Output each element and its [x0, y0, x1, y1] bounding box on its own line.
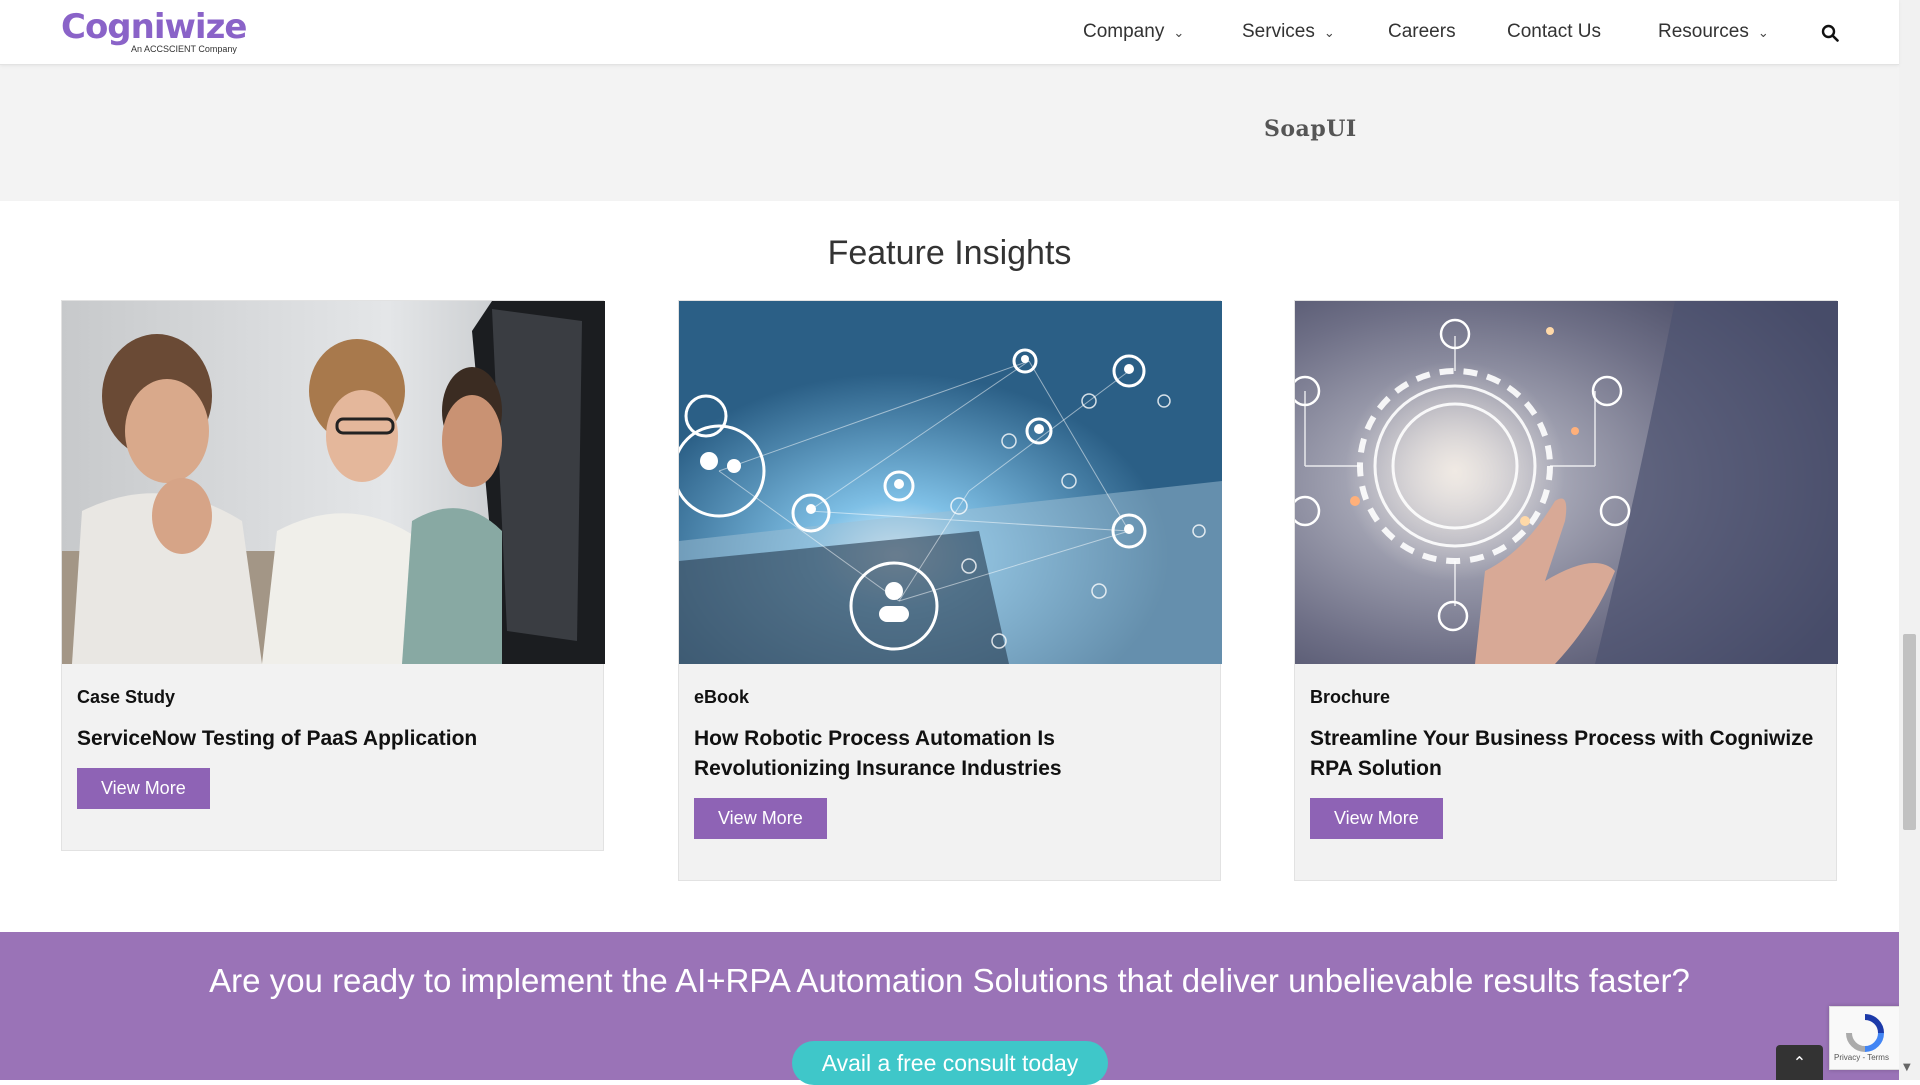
insight-card-brochure: Brochure Streamline Your Business Proces…	[1294, 300, 1838, 881]
chevron-up-icon: ⌃	[1792, 1053, 1807, 1072]
insight-card-case-study: Case Study ServiceNow Testing of PaaS Ap…	[61, 300, 605, 851]
nav-resources[interactable]: Resources ⌄	[1658, 21, 1769, 43]
recaptcha-badge[interactable]: Privacy - Terms	[1829, 1006, 1901, 1070]
recaptcha-icon	[1846, 1014, 1884, 1052]
scrollbar-thumb[interactable]	[1903, 634, 1916, 830]
card-title: How Robotic Process Automation Is Revolu…	[694, 727, 1062, 780]
card-type: Brochure	[1310, 687, 1391, 707]
card-type: eBook	[694, 687, 750, 707]
hand-holding-gear-image	[1295, 301, 1838, 664]
chevron-down-icon: ⌄	[1757, 25, 1769, 40]
logo-subtext: An ACCSCIENT Company	[131, 44, 237, 54]
view-more-button[interactable]: View More	[694, 798, 827, 839]
nav-services-label: Services	[1242, 21, 1315, 42]
recaptcha-terms[interactable]: Privacy - Terms	[1834, 1053, 1889, 1062]
nav-contact-label: Contact Us	[1507, 21, 1601, 42]
nav-contact-us[interactable]: Contact Us	[1507, 21, 1601, 43]
chevron-down-icon: ⌄	[1173, 25, 1185, 40]
view-more-button[interactable]: View More	[77, 768, 210, 809]
nav-careers[interactable]: Careers	[1388, 21, 1456, 43]
nav-services[interactable]: Services ⌄	[1242, 21, 1335, 43]
page-scrollbar[interactable]	[1899, 0, 1920, 1080]
card-body: Brochure Streamline Your Business Proces…	[1295, 664, 1836, 880]
back-to-top-button[interactable]: ⌃	[1776, 1045, 1823, 1080]
site-header: Cogniwize An ACCSCIENT Company Company ⌄…	[0, 0, 1899, 65]
chevron-down-icon: ⌄	[1323, 25, 1335, 40]
nav-company[interactable]: Company ⌄	[1083, 21, 1184, 43]
cogniwize-logo[interactable]: Cogniwize An ACCSCIENT Company	[61, 8, 261, 58]
card-title: Streamline Your Business Process with Co…	[1310, 727, 1814, 780]
nav-careers-label: Careers	[1388, 21, 1456, 42]
view-more-button[interactable]: View More	[1310, 798, 1443, 839]
cta-headline: Are you ready to implement the AI+RPA Au…	[209, 962, 1690, 999]
nav-resources-label: Resources	[1658, 21, 1749, 42]
network-user-icons-image	[679, 301, 1222, 664]
soapui-label: SoapUI	[1264, 116, 1357, 142]
card-body: Case Study ServiceNow Testing of PaaS Ap…	[62, 664, 603, 850]
people-at-computer-image	[62, 301, 605, 664]
logo-wordmark: Cogniwize	[61, 7, 247, 47]
cta-banner: Are you ready to implement the AI+RPA Au…	[0, 932, 1899, 1085]
card-title: ServiceNow Testing of PaaS Application	[77, 727, 478, 750]
free-consult-button[interactable]: Avail a free consult today	[792, 1041, 1108, 1085]
search-icon[interactable]	[1821, 24, 1839, 42]
card-type: Case Study	[77, 687, 176, 707]
section-title: Feature Insights	[827, 234, 1072, 272]
card-body: eBook How Robotic Process Automation Is …	[679, 664, 1220, 880]
insight-card-ebook: eBook How Robotic Process Automation Is …	[678, 300, 1222, 881]
scroll-down-arrow-icon[interactable]: ▼	[1903, 1062, 1911, 1073]
tools-band: SoapUI	[0, 64, 1899, 201]
nav-company-label: Company	[1083, 21, 1165, 42]
